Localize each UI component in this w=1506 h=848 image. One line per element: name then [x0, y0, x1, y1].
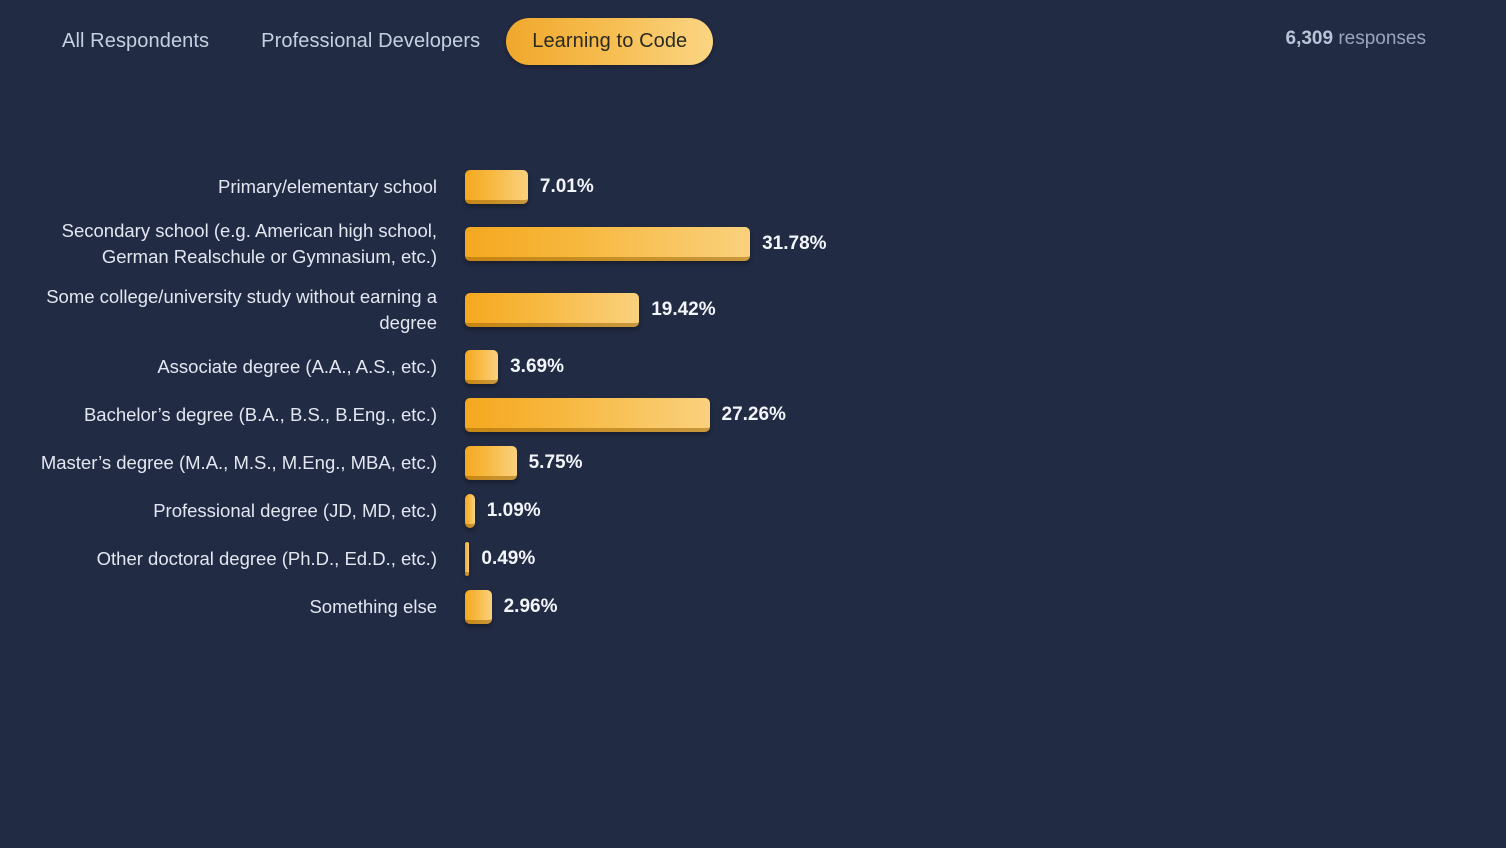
responses-count: 6,309 responses [1286, 28, 1427, 50]
chart-row: Associate degree (A.A., A.S., etc.) 3.69% [0, 350, 1506, 384]
chart-bar-area: 19.42% [437, 293, 1506, 327]
chart-bar[interactable] [465, 542, 470, 576]
chart-bar[interactable] [465, 494, 475, 528]
chart-bar-area: 0.49% [437, 542, 1506, 576]
chart-bar[interactable] [465, 398, 710, 432]
chart-bar-value: 27.26% [721, 404, 786, 425]
chart-bar-value: 7.01% [539, 176, 594, 197]
education-level-bar-chart: Primary/elementary school 7.01% Secondary … [0, 170, 1506, 638]
chart-row-label: Secondary school (e.g. American high sch… [61, 220, 437, 267]
tab-professional-developers[interactable]: Professional Developers [235, 18, 506, 65]
header-bar: All Respondents Professional Developers … [0, 0, 1506, 82]
chart-row-label: Master’s degree (M.A., M.S., M.Eng., MBA… [40, 452, 437, 473]
chart-row: Bachelor’s degree (B.A., B.S., B.Eng., e… [0, 398, 1506, 432]
chart-bar[interactable] [465, 293, 640, 327]
chart-bar-area: 31.78% [437, 227, 1506, 261]
chart-row-label: Professional degree (JD, MD, etc.) [153, 500, 437, 521]
chart-row: Master’s degree (M.A., M.S., M.Eng., MBA… [0, 446, 1506, 480]
tab-all-respondents[interactable]: All Respondents [36, 18, 235, 65]
chart-bar-area: 3.69% [437, 350, 1506, 384]
chart-bar[interactable] [465, 446, 517, 480]
respondent-tab-group: All Respondents Professional Developers … [36, 17, 714, 65]
chart-bar-value: 0.49% [481, 548, 536, 569]
chart-bar-value: 31.78% [762, 233, 827, 254]
chart-row: Primary/elementary school 7.01% [0, 170, 1506, 204]
chart-bar-value: 2.96% [503, 596, 558, 617]
chart-bar[interactable] [465, 590, 492, 624]
chart-row: Something else 2.96% [0, 590, 1506, 624]
chart-bar-value: 1.09% [486, 500, 541, 521]
chart-bar-area: 7.01% [437, 170, 1506, 204]
chart-bar-area: 27.26% [437, 398, 1506, 432]
tab-learning-to-code[interactable]: Learning to Code [506, 17, 714, 65]
chart-bar-value: 5.75% [528, 452, 583, 473]
chart-bar-area: 1.09% [437, 494, 1506, 528]
chart-bar-value: 3.69% [510, 356, 564, 377]
chart-row-label: Something else [309, 596, 437, 617]
chart-row-label: Bachelor’s degree (B.A., B.S., B.Eng., e… [83, 404, 437, 425]
chart-bar-value: 19.42% [651, 299, 716, 320]
chart-bar[interactable] [465, 350, 499, 384]
chart-row: Professional degree (JD, MD, etc.) 1.09% [0, 494, 1506, 528]
chart-bar-area: 2.96% [437, 590, 1506, 624]
chart-row: Other doctoral degree (Ph.D., Ed.D., etc… [0, 542, 1506, 576]
chart-row: Some college/university study without ea… [0, 284, 1506, 336]
chart-bar-area: 5.75% [437, 446, 1506, 480]
responses-word: responses [1333, 28, 1426, 49]
chart-row: Secondary school (e.g. American high sch… [0, 218, 1506, 270]
chart-row-label: Primary/elementary school [218, 176, 437, 197]
responses-number: 6,309 [1285, 28, 1334, 49]
chart-bar[interactable] [465, 170, 528, 204]
chart-row-label: Some college/university study without ea… [46, 286, 437, 333]
chart-row-label: Associate degree (A.A., A.S., etc.) [157, 356, 437, 377]
chart-bar[interactable] [465, 227, 751, 261]
chart-row-label: Other doctoral degree (Ph.D., Ed.D., etc… [96, 548, 437, 569]
